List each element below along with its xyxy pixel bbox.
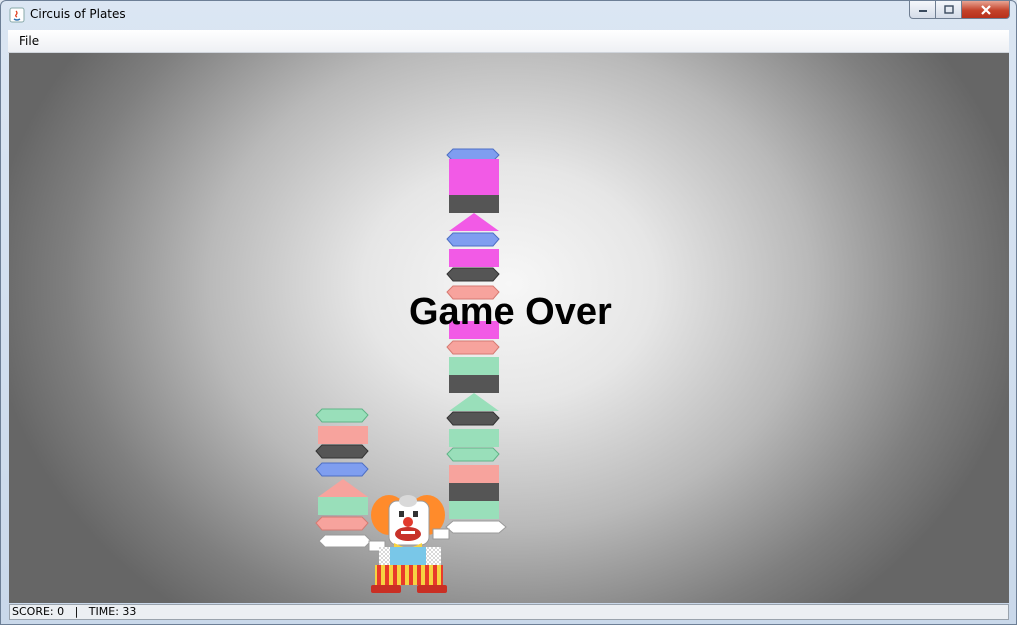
- minimize-button[interactable]: [909, 1, 936, 19]
- plate-green: [446, 447, 500, 462]
- block-salmon: [449, 465, 499, 483]
- block-magenta: [449, 249, 499, 267]
- maximize-icon: [943, 5, 954, 14]
- plate-white: [445, 520, 507, 534]
- title-bar[interactable]: Circuis of Plates: [1, 1, 1016, 29]
- plate-white: [318, 534, 372, 548]
- block-green: [318, 497, 368, 515]
- plate-salmon: [446, 340, 500, 355]
- block-salmon: [318, 426, 368, 444]
- block-green: [449, 501, 499, 519]
- menu-file[interactable]: File: [19, 34, 39, 48]
- triangle-magenta: [449, 213, 499, 231]
- plate-dark: [446, 267, 500, 282]
- menu-bar: File: [8, 30, 1009, 53]
- plate-dark: [315, 444, 369, 459]
- plate-green: [315, 408, 369, 423]
- close-icon: [980, 4, 991, 15]
- close-button[interactable]: [962, 1, 1010, 19]
- java-app-icon: [9, 7, 25, 23]
- plate-salmon: [315, 516, 369, 531]
- triangle-green: [449, 393, 499, 411]
- maximize-button[interactable]: [936, 1, 962, 19]
- window-controls: [909, 1, 1010, 21]
- block-green: [449, 429, 499, 447]
- triangle-salmon: [318, 479, 368, 497]
- block-magenta: [449, 159, 499, 195]
- status-text: SCORE: 0 | TIME: 33: [12, 605, 137, 618]
- plate-dark: [446, 411, 500, 426]
- block-green: [449, 357, 499, 375]
- minimize-icon: [918, 9, 927, 12]
- block-dark: [449, 195, 499, 213]
- clown-player: [368, 495, 450, 593]
- game-window: Circuis of Plates File Game Over SCORE: …: [0, 0, 1017, 625]
- status-bar: SCORE: 0 | TIME: 33: [9, 604, 1009, 620]
- block-dark: [449, 375, 499, 393]
- block-dark: [449, 483, 499, 501]
- game-canvas[interactable]: Game Over: [9, 53, 1009, 603]
- right-plate-stack: [445, 148, 507, 534]
- left-plate-stack: [315, 408, 372, 548]
- plate-blue: [446, 232, 500, 247]
- game-over-text: Game Over: [409, 291, 612, 333]
- window-title: Circuis of Plates: [30, 7, 126, 21]
- plate-blue: [315, 462, 369, 477]
